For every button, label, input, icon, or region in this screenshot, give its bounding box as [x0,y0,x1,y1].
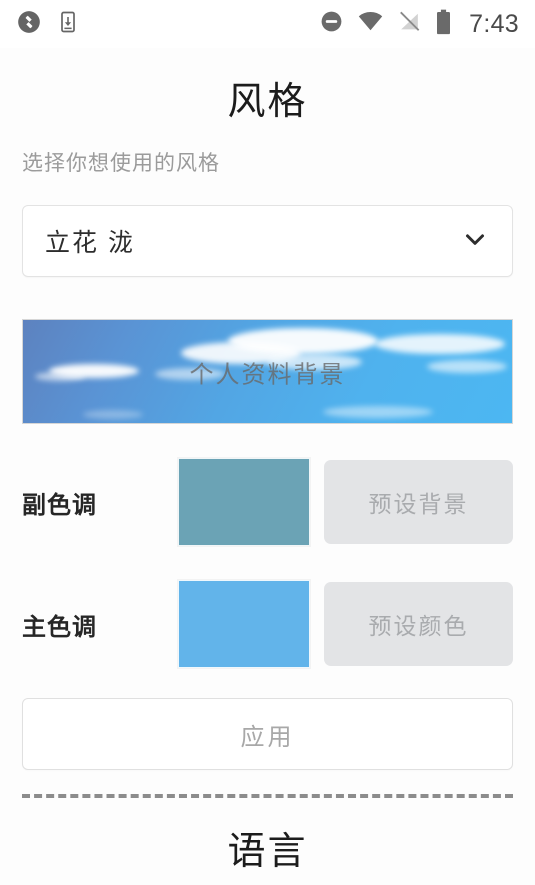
cloud-shape [375,334,505,354]
style-select[interactable]: 立花 泷 [22,205,513,277]
preset-color-button[interactable]: 预设颜色 [324,582,513,666]
signal-off-icon [397,9,422,39]
status-bar-clock: 7:43 [469,9,519,38]
sync-icon [16,9,42,40]
secondary-color-swatch[interactable] [178,458,310,546]
apply-button[interactable]: 应用 [22,698,513,770]
secondary-color-row: 副色调 预设背景 [22,458,513,546]
settings-content: 风格 选择你想使用的风格 立花 泷 个人资料背景 副色调 预设背景 主色调 预设… [0,70,535,885]
do-not-disturb-icon [319,9,344,39]
profile-background-label: 个人资料背景 [189,361,346,388]
primary-color-swatch[interactable] [178,580,310,668]
wifi-icon [357,8,384,40]
cloud-shape [228,328,378,354]
status-bar-right-icons: 7:43 [319,8,519,40]
cloud-shape [427,360,507,373]
status-bar: 7:43 [0,0,535,48]
phone-download-icon [56,10,80,39]
primary-color-row: 主色调 预设颜色 [22,580,513,668]
app-screen: 7:43 风格 选择你想使用的风格 立花 泷 个人资料背景 副色调 预设背景 主… [0,0,535,885]
status-bar-left-icons [16,9,80,40]
cloud-shape [83,410,143,419]
language-section-title: 语言 [227,831,308,873]
style-select-value: 立花 泷 [45,229,135,257]
chevron-down-icon [460,224,490,259]
primary-color-label: 主色调 [22,613,97,641]
cloud-shape [35,372,85,381]
preset-background-button[interactable]: 预设背景 [324,460,513,544]
cloud-shape [323,406,433,418]
style-section-title: 风格 [227,81,308,123]
secondary-color-label: 副色调 [22,491,97,519]
style-section-subtitle: 选择你想使用的风格 [22,152,220,175]
profile-background-banner[interactable]: 个人资料背景 [22,319,513,424]
battery-icon [435,9,452,40]
section-divider [22,794,513,798]
